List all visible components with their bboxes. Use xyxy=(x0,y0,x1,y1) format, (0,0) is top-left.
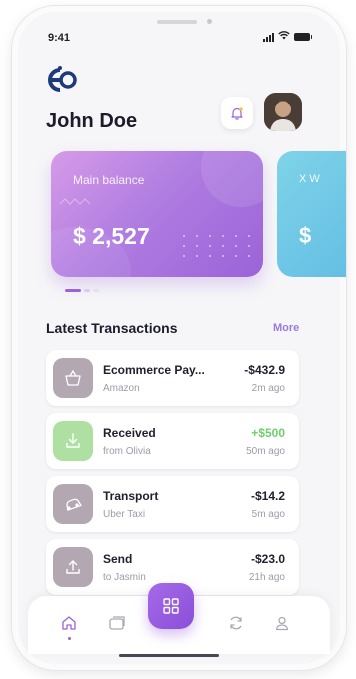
transaction-subtitle: from Olivia xyxy=(103,446,151,457)
transaction-title: Send xyxy=(103,552,133,566)
transaction-time: 50m ago xyxy=(246,446,285,457)
transaction-subtitle: Uber Taxi xyxy=(103,509,146,520)
card-amount: $ xyxy=(299,223,312,248)
cards-icon xyxy=(109,616,125,630)
dots-decoration xyxy=(183,235,254,257)
transaction-row[interactable]: Transport Uber Taxi -$14.2 5m ago xyxy=(46,476,299,532)
transaction-amount: -$14.2 xyxy=(250,489,285,503)
profile-icon xyxy=(275,616,289,631)
transaction-amount: +$500 xyxy=(251,426,285,440)
bell-icon xyxy=(231,107,243,120)
zigzag-decoration xyxy=(59,198,91,205)
active-indicator xyxy=(68,637,71,640)
transaction-time: 5m ago xyxy=(251,509,285,520)
transaction-title: Transport xyxy=(103,489,159,503)
nav-refresh[interactable] xyxy=(225,612,247,634)
avatar-photo xyxy=(264,93,302,131)
nav-cards[interactable] xyxy=(106,612,128,634)
transaction-amount: -$23.0 xyxy=(250,552,285,566)
transaction-time: 2m ago xyxy=(251,383,285,394)
status-time: 9:41 xyxy=(48,32,71,44)
car-icon xyxy=(53,484,93,524)
signal-icon xyxy=(263,32,274,42)
status-icons xyxy=(263,31,312,43)
nav-profile[interactable] xyxy=(271,612,293,634)
speaker-grille xyxy=(157,20,197,24)
transaction-row[interactable]: Ecommerce Pay... Amazon -$432.9 2m ago xyxy=(46,350,299,406)
main-balance-card[interactable]: Main balance $ 2,527 xyxy=(51,151,263,277)
refresh-icon xyxy=(230,616,242,630)
transaction-time: 21h ago xyxy=(248,572,285,583)
balance-amount: $ 2,527 xyxy=(73,223,150,249)
card-label: X W xyxy=(299,173,320,185)
app-logo-icon xyxy=(48,66,77,92)
nav-home[interactable] xyxy=(58,612,80,634)
card-label: Main balance xyxy=(73,173,145,187)
grid-icon xyxy=(163,598,179,614)
transaction-subtitle: Amazon xyxy=(103,383,140,394)
home-icon xyxy=(62,616,76,630)
upload-icon xyxy=(53,547,93,587)
transaction-title: Received xyxy=(103,426,156,440)
front-camera xyxy=(207,19,212,24)
section-title: Latest Transactions xyxy=(46,320,178,336)
user-name: John Doe xyxy=(46,110,138,132)
basket-icon xyxy=(53,358,93,398)
transaction-row[interactable]: Received from Olivia +$500 50m ago xyxy=(46,413,299,469)
transaction-title: Ecommerce Pay... xyxy=(103,363,205,377)
avatar[interactable] xyxy=(264,93,302,131)
more-link[interactable]: More xyxy=(273,322,299,334)
wifi-icon xyxy=(278,31,290,43)
secondary-card[interactable]: X W $ xyxy=(277,151,346,277)
notification-button[interactable] xyxy=(221,97,253,129)
menu-fab-button[interactable] xyxy=(148,583,194,629)
card-pager xyxy=(65,289,99,292)
battery-icon xyxy=(294,33,312,41)
download-icon xyxy=(53,421,93,461)
transaction-subtitle: to Jasmin xyxy=(103,572,146,583)
transaction-amount: -$432.9 xyxy=(244,363,285,377)
phone-frame: 9:41 John Doe Main balance $ 2,527 X W $… xyxy=(12,6,346,670)
home-indicator xyxy=(119,654,219,657)
